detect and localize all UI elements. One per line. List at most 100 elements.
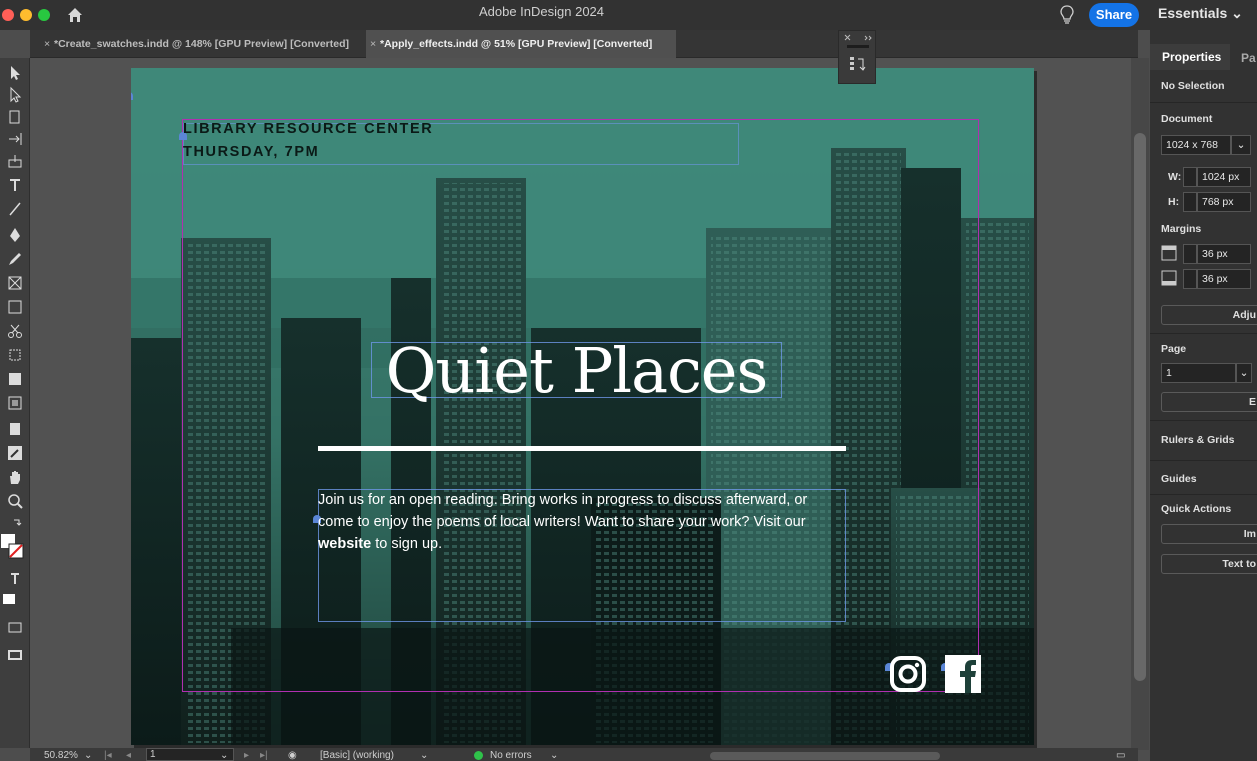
split-view-icon[interactable]: ▭ <box>1116 750 1125 761</box>
floating-panel[interactable] <box>838 30 876 84</box>
share-button[interactable]: Share <box>1089 3 1139 27</box>
pasteboard[interactable]: LIBRARY RESOURCE CENTER THURSDAY, 7PM Qu… <box>30 58 1149 750</box>
gap-tool-icon[interactable] <box>6 130 24 148</box>
preflight-errors[interactable]: No errors <box>490 750 532 761</box>
rulers-grids-section[interactable]: Rulers & Grids <box>1161 434 1235 446</box>
eyedropper-tool-icon[interactable] <box>6 444 24 462</box>
content-collector-icon[interactable] <box>6 152 24 170</box>
width-stepper-icon[interactable] <box>1183 167 1197 187</box>
top-margin-stepper-icon[interactable] <box>1183 244 1197 264</box>
body-text-part1: Join us for an open reading. Bring works… <box>318 492 808 530</box>
tab-properties[interactable]: Properties <box>1150 44 1230 70</box>
adjust-layout-button[interactable]: Adju <box>1161 305 1257 325</box>
pencil-tool-icon[interactable] <box>6 250 24 268</box>
vertical-scrollbar[interactable] <box>1134 133 1146 681</box>
tab-create-swatches[interactable]: × *Create_swatches.indd @ 148% [GPU Prev… <box>40 30 362 58</box>
previous-page-icon[interactable]: ◂ <box>126 750 131 761</box>
gradient-feather-tool-icon[interactable] <box>6 394 24 412</box>
tab-apply-effects[interactable]: × *Apply_effects.indd @ 51% [GPU Preview… <box>366 30 676 58</box>
page-select[interactable]: 1 <box>1161 363 1236 383</box>
zoom-dropdown-icon[interactable]: ⌄ <box>84 750 92 761</box>
top-margin-field[interactable]: 36 px <box>1197 244 1251 264</box>
selection-tool-icon[interactable] <box>6 64 24 82</box>
preflight-profile[interactable]: [Basic] (working) <box>320 750 394 761</box>
pen-tool-icon[interactable] <box>6 226 24 244</box>
next-page-icon[interactable]: ▸ <box>244 750 249 761</box>
page-tool-icon[interactable] <box>6 108 24 126</box>
guides-section[interactable]: Guides <box>1161 473 1197 485</box>
size-dropdown-icon[interactable]: ⌄ <box>1231 135 1251 155</box>
text-to-button[interactable]: Text to <box>1161 554 1257 574</box>
bottom-margin-stepper-icon[interactable] <box>1183 269 1197 289</box>
panel-divider <box>1150 333 1257 334</box>
bottom-margin-icon <box>1161 270 1177 286</box>
gradient-swatch-tool-icon[interactable] <box>6 370 24 388</box>
selection-status: No Selection <box>1161 80 1225 92</box>
panel-divider <box>1150 102 1257 103</box>
title-bar: Adobe InDesign 2024 Share Essentials ⌄ <box>0 0 1257 30</box>
tab-pages[interactable]: Pa <box>1241 51 1256 65</box>
note-tool-icon[interactable] <box>6 420 24 438</box>
quick-actions-label: Quick Actions <box>1161 503 1232 515</box>
properties-panel: Properties Pa No Selection Document 1024… <box>1150 30 1257 761</box>
zoom-tool-icon[interactable] <box>6 492 24 510</box>
fill-stroke-swatch[interactable] <box>1 534 25 564</box>
open-page-icon[interactable]: ◉ <box>288 750 297 761</box>
zoom-level[interactable]: 50.82% <box>44 750 78 761</box>
document-size-select[interactable]: 1024 x 768 <box>1161 135 1231 155</box>
headline[interactable]: Quiet Places <box>371 334 782 407</box>
lightbulb-icon[interactable] <box>1060 5 1074 25</box>
formatting-text-icon[interactable] <box>6 570 24 588</box>
swap-colors-icon[interactable] <box>6 516 24 534</box>
first-page-icon[interactable]: |◂ <box>104 750 112 761</box>
width-field[interactable]: 1024 px <box>1197 167 1251 187</box>
type-tool-icon[interactable] <box>6 176 24 194</box>
tab-label: *Apply_effects.indd @ 51% [GPU Preview] … <box>380 38 653 50</box>
status-bar: 50.82% ⌄ |◂ ◂ 1 ⌄ ▸ ▸| ◉ [Basic] (workin… <box>30 748 1138 761</box>
height-stepper-icon[interactable] <box>1183 192 1197 212</box>
close-tab-icon[interactable]: × <box>44 30 50 58</box>
horizontal-scrollbar[interactable] <box>710 752 940 760</box>
workspace-switcher[interactable]: Essentials ⌄ <box>1158 5 1243 22</box>
close-tab-icon[interactable]: × <box>370 30 376 58</box>
panel-divider <box>1150 420 1257 421</box>
apply-color-icon[interactable] <box>2 590 20 608</box>
page-dropdown-icon[interactable]: ⌄ <box>1236 363 1252 383</box>
instagram-icon[interactable] <box>889 655 927 693</box>
event-time[interactable]: THURSDAY, 7PM <box>183 144 319 160</box>
errors-dropdown-icon[interactable]: ⌄ <box>550 750 558 761</box>
panel-divider <box>1150 494 1257 495</box>
page-dropdown-icon[interactable]: ⌄ <box>220 750 228 761</box>
website-link[interactable]: website <box>318 536 371 552</box>
headline-rule[interactable] <box>318 446 846 451</box>
free-transform-tool-icon[interactable] <box>6 346 24 364</box>
document-tab-bar: × *Create_swatches.indd @ 148% [GPU Prev… <box>30 30 1138 58</box>
scissors-tool-icon[interactable] <box>6 322 24 340</box>
document-page[interactable]: LIBRARY RESOURCE CENTER THURSDAY, 7PM Qu… <box>131 68 1034 745</box>
rectangle-frame-tool-icon[interactable] <box>6 274 24 292</box>
margins-section-label: Margins <box>1161 223 1202 235</box>
import-file-button[interactable]: Im <box>1161 524 1257 544</box>
hand-tool-icon[interactable] <box>6 468 24 486</box>
facebook-icon[interactable] <box>945 655 981 693</box>
direct-selection-tool-icon[interactable] <box>6 86 24 104</box>
app-title: Adobe InDesign 2024 <box>478 4 605 19</box>
preflight-status-icon <box>474 751 483 760</box>
last-page-icon[interactable]: ▸| <box>260 750 268 761</box>
panel-header-icons[interactable] <box>841 33 875 43</box>
tab-label: *Create_swatches.indd @ 148% [GPU Previe… <box>54 38 349 50</box>
panel-grip[interactable] <box>847 45 869 48</box>
body-copy[interactable]: Join us for an open reading. Bring works… <box>318 489 846 555</box>
view-mode-icon[interactable] <box>6 618 24 636</box>
panel-divider <box>1150 460 1257 461</box>
edit-page-button[interactable]: E <box>1161 392 1257 412</box>
event-venue[interactable]: LIBRARY RESOURCE CENTER <box>183 121 433 137</box>
line-tool-icon[interactable] <box>6 200 24 218</box>
bottom-margin-field[interactable]: 36 px <box>1197 269 1251 289</box>
body-text-part2: to sign up. <box>371 536 443 552</box>
rectangle-tool-icon[interactable] <box>6 298 24 316</box>
pages-panel-icon[interactable] <box>849 55 867 73</box>
height-field[interactable]: 768 px <box>1197 192 1251 212</box>
screen-mode-icon[interactable] <box>6 646 24 664</box>
preflight-dropdown-icon[interactable]: ⌄ <box>420 750 428 761</box>
